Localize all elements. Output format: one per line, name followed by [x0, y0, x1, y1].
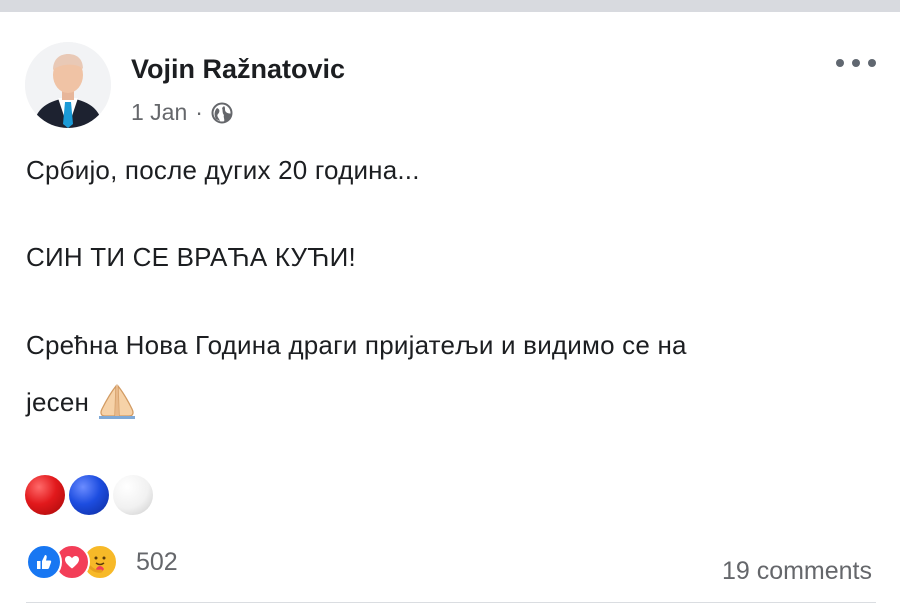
post-text-line-3: Срећна Нова Година драги пријатељи и вид…: [26, 330, 687, 360]
post-date[interactable]: 1 Jan: [131, 99, 187, 126]
globe-icon[interactable]: [211, 102, 233, 124]
feed-top-strip: [0, 0, 900, 12]
reaction-count[interactable]: 502: [136, 548, 178, 577]
post-text-line-2: СИН ТИ СЕ ВРАЋА КУЋИ!: [26, 242, 356, 272]
blue-circle-icon: [69, 475, 109, 515]
avatar[interactable]: [25, 42, 111, 128]
folded-hands-icon: [97, 383, 137, 419]
more-options-icon[interactable]: [836, 56, 876, 70]
post-text-line-4: јесен: [26, 387, 90, 417]
post-text-line-4-wrap: јесен: [26, 383, 137, 419]
reactions-summary[interactable]: 502: [26, 544, 178, 580]
flag-dots: [25, 475, 157, 515]
like-icon: [26, 544, 62, 580]
white-circle-icon: [113, 475, 153, 515]
post-meta: 1 Jan ·: [131, 99, 233, 126]
red-circle-icon: [25, 475, 65, 515]
meta-separator: ·: [195, 99, 203, 125]
post-card: Vojin Ražnatovic 1 Jan · Србијо, после д…: [0, 12, 900, 615]
post-text-line-1: Србијо, после дугих 20 година...: [26, 155, 420, 185]
footer-divider: [26, 602, 876, 603]
author-name[interactable]: Vojin Ražnatovic: [131, 54, 345, 85]
reaction-icons: [26, 544, 118, 580]
comments-count-link[interactable]: 19 comments: [722, 557, 872, 586]
